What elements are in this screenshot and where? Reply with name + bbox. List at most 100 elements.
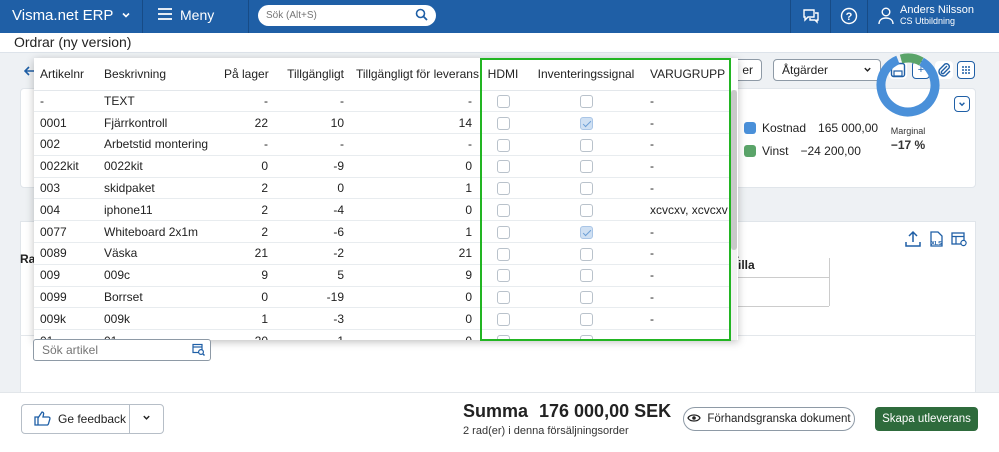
preview-document-button[interactable]: Förhandsgranska dokument: [683, 407, 855, 431]
inventeringssignal-checkbox[interactable]: [579, 313, 593, 327]
table-settings-icon[interactable]: [949, 229, 969, 249]
inventeringssignal-checkbox[interactable]: [579, 160, 593, 174]
global-search[interactable]: [258, 5, 436, 26]
create-shipment-button[interactable]: Skapa utleverans: [875, 407, 978, 431]
cell-inventeringssignal: [528, 329, 644, 340]
hamburger-icon: [158, 7, 172, 23]
menu-button[interactable]: Meny: [158, 7, 214, 23]
col-beskrivning[interactable]: Beskrivning: [98, 58, 218, 91]
col-tillgangligt[interactable]: Tillgängligt: [274, 58, 350, 91]
col-hdmi[interactable]: HDMI: [478, 58, 528, 91]
table-row[interactable]: 0001 Fjärrkontroll 22 10 14 -: [34, 111, 732, 135]
table-row[interactable]: 002 Arbetstid montering - - - -: [34, 133, 732, 156]
article-search[interactable]: [33, 339, 211, 361]
inventeringssignal-checkbox[interactable]: [579, 116, 593, 130]
article-lookup-table: Artikelnr Beskrivning På lager Tillgängl…: [34, 58, 732, 340]
table-row[interactable]: 0077 Whiteboard 2x1m 2 -6 1 -: [34, 220, 732, 244]
hdmi-checkbox[interactable]: [496, 182, 510, 196]
inventeringssignal-checkbox[interactable]: [579, 138, 593, 152]
feedback-button[interactable]: Ge feedback: [22, 405, 129, 433]
cell-for-leverans: -: [350, 90, 478, 113]
inventeringssignal-checkbox[interactable]: [579, 291, 593, 305]
user-menu[interactable]: Anders Nilsson CS Utbildning: [878, 4, 974, 28]
search-icon[interactable]: [415, 8, 428, 24]
hdmi-checkbox[interactable]: [496, 160, 510, 174]
hdmi-checkbox[interactable]: [496, 291, 510, 305]
cell-varugrupp: -: [644, 264, 732, 287]
hdmi-checkbox[interactable]: [496, 204, 510, 218]
profit-label: Vinst: [762, 144, 789, 158]
cell-artikelnr: 009: [34, 264, 98, 287]
cell-pa-lager: 1: [218, 307, 274, 331]
hdmi-checkbox[interactable]: [496, 313, 510, 327]
scrollbar-thumb[interactable]: [731, 90, 737, 250]
cell-tillgangligt: -19: [274, 286, 350, 309]
hdmi-checkbox[interactable]: [496, 269, 510, 283]
global-search-input[interactable]: [258, 5, 408, 26]
table-row[interactable]: 003 skidpaket 2 0 1 -: [34, 177, 732, 200]
cell-hdmi: [478, 111, 528, 135]
divider: [867, 0, 868, 33]
cell-artikelnr: 0001: [34, 111, 98, 135]
divider: [738, 306, 829, 307]
cell-pa-lager: 21: [218, 242, 274, 265]
inventeringssignal-checkbox[interactable]: [579, 204, 593, 218]
cell-pa-lager: -: [218, 90, 274, 113]
hdmi-checkbox[interactable]: [496, 116, 510, 130]
actions-dropdown[interactable]: Åtgärder: [773, 59, 881, 81]
inventeringssignal-checkbox[interactable]: [579, 247, 593, 261]
col-pa-lager[interactable]: På lager: [218, 58, 274, 91]
table-row[interactable]: 009 009c 9 5 9-: [34, 264, 732, 287]
upload-icon[interactable]: [903, 229, 923, 249]
table-row[interactable]: 009k 009k 1 -3 0-: [34, 307, 732, 331]
hdmi-checkbox[interactable]: [496, 138, 510, 152]
cell-inventeringssignal: [528, 264, 644, 287]
hdmi-checkbox[interactable]: [496, 334, 510, 340]
app-switcher[interactable]: Visma.net ERP: [12, 7, 131, 24]
cell-beskrivning: 0022kit: [98, 155, 218, 178]
hdmi-checkbox[interactable]: [496, 247, 510, 261]
cell-for-leverans: 0: [350, 155, 478, 178]
cell-for-leverans: 1: [350, 220, 478, 244]
inventeringssignal-checkbox[interactable]: [579, 225, 593, 239]
table-row[interactable]: 0099 Borrset 0 -19 0-: [34, 286, 732, 309]
cell-inventeringssignal: [528, 307, 644, 331]
table-search-icon[interactable]: [192, 343, 205, 359]
table-row[interactable]: 0089 Väska 21 -2 21-: [34, 242, 732, 265]
table-row[interactable]: - TEXT - - - -: [34, 90, 732, 113]
profit-value: −24 200,00: [800, 144, 861, 158]
cell-for-leverans: -: [350, 133, 478, 156]
cell-for-leverans: 0: [350, 307, 478, 331]
inventeringssignal-checkbox[interactable]: [579, 334, 593, 340]
cell-inventeringssignal: [528, 242, 644, 265]
col-for-leverans[interactable]: Tillgängligt för leverans: [350, 58, 479, 91]
inventeringssignal-checkbox[interactable]: [579, 95, 593, 109]
cell-inventeringssignal: [528, 220, 644, 244]
table-header-row: Artikelnr Beskrivning På lager Tillgängl…: [34, 58, 732, 91]
table-row[interactable]: 0022kit 0022kit 0 -9 0-: [34, 155, 732, 178]
cell-artikelnr: 0022kit: [34, 155, 98, 178]
help-icon[interactable]: ?: [839, 6, 859, 26]
col-artikelnr[interactable]: Artikelnr: [34, 58, 98, 91]
hdmi-checkbox[interactable]: [496, 95, 510, 109]
cell-artikelnr: 0077: [34, 220, 98, 244]
inventeringssignal-checkbox[interactable]: [579, 182, 593, 196]
excel-icon[interactable]: XLS: [926, 229, 946, 249]
col-varugrupp[interactable]: VARUGRUPP: [644, 58, 732, 91]
cell-tillgangligt: -1: [274, 329, 350, 340]
cell-inventeringssignal: [528, 90, 644, 113]
article-lookup-dropdown: Artikelnr Beskrivning På lager Tillgängl…: [34, 58, 738, 340]
cell-tillgangligt: -9: [274, 155, 350, 178]
col-inventeringssignal[interactable]: Inventeringssignal: [528, 58, 644, 91]
chevron-down-icon[interactable]: [954, 96, 970, 112]
cell-varugrupp: -: [644, 177, 732, 200]
feedback-dropdown[interactable]: [129, 405, 163, 433]
chat-icon[interactable]: [801, 6, 821, 26]
cell-varugrupp: -: [644, 286, 732, 309]
inventeringssignal-checkbox[interactable]: [579, 269, 593, 283]
hdmi-checkbox[interactable]: [496, 225, 510, 239]
cell-tillgangligt: 10: [274, 111, 350, 135]
table-row[interactable]: 004 iphone11 2 -4 0 xcvcxv, xcvcxv: [34, 198, 732, 222]
article-search-input[interactable]: [34, 340, 184, 360]
grid-icon[interactable]: [957, 61, 975, 79]
